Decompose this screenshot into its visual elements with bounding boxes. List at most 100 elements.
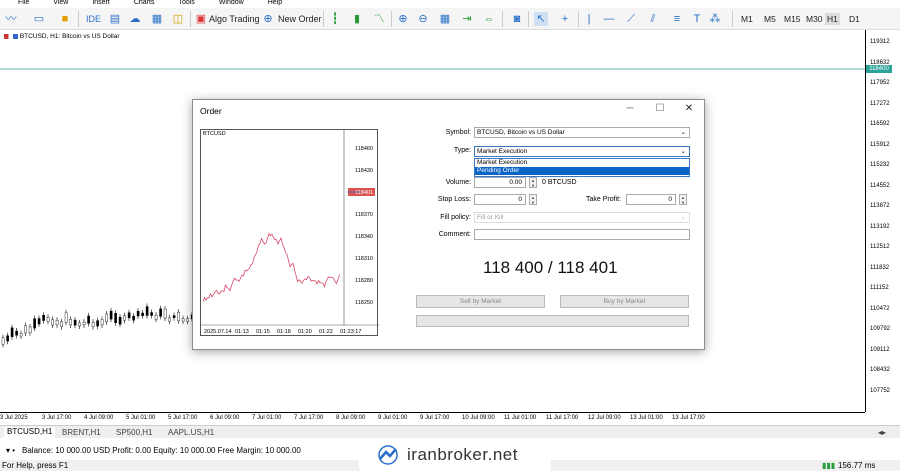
menu-tools[interactable]: Tools (178, 0, 194, 8)
shapes-icon[interactable]: ⁂ (708, 12, 722, 26)
chart-type-icon[interactable]: 〰 (4, 12, 18, 26)
buy-by-market-button[interactable]: Buy by Market (560, 295, 689, 308)
candle-body (1, 337, 5, 345)
candle-body (15, 330, 18, 336)
minimize-icon[interactable]: ─ (623, 103, 637, 114)
price-axis: 119312 118632 117952 117272 116592 115912 1152… (865, 30, 900, 412)
cloud-icon[interactable]: ☁ (128, 12, 142, 26)
ping-text: 156.77 ms (838, 461, 876, 470)
type-select[interactable]: Market Execution ⌄ (474, 146, 690, 157)
price-tick-label: 113192 (870, 223, 890, 230)
tick-time-label: 01:20 (298, 329, 312, 335)
templates-icon[interactable]: ▭ (32, 12, 46, 26)
candle-body (87, 315, 90, 324)
time-tick-label: 8 Jul 09:00 (336, 415, 366, 421)
candle-body (159, 308, 162, 317)
maximize-icon[interactable]: ☐ (653, 103, 667, 114)
volume-input[interactable]: 0.00 (474, 177, 526, 188)
time-tick-label: 7 Jul 01:00 (252, 415, 282, 421)
price-tick-label: 116592 (870, 121, 890, 127)
price-tick-label: 113872 (870, 203, 890, 209)
account-summary-icon[interactable]: ▾ • (6, 446, 15, 455)
ide-button[interactable]: IDE (86, 14, 101, 24)
new-order-icon[interactable]: ⊕ (261, 12, 275, 26)
vertical-line-icon[interactable]: | (582, 12, 596, 26)
timeframe-m15[interactable]: M15 (782, 13, 803, 25)
candlestick-icon[interactable]: ▮ (350, 12, 364, 26)
signals-icon[interactable]: ▦ (150, 12, 164, 26)
tab-aapl[interactable]: AAPL.US,H1 (168, 428, 214, 437)
type-dropdown-list: Market Execution Pending Order (474, 158, 690, 177)
auto-scroll-icon[interactable]: ⇔ (482, 12, 496, 26)
menu-charts[interactable]: Charts (134, 0, 155, 8)
timeframe-m30[interactable]: M30 (804, 13, 825, 25)
chart-symbol-icon (4, 33, 18, 39)
algo-trading-button[interactable]: Algo Trading (209, 14, 260, 24)
menu-window[interactable]: Window (219, 0, 244, 8)
tile-windows-icon[interactable]: ▦ (438, 12, 452, 26)
time-tick-label: 13 Jul 01:00 (630, 415, 663, 421)
cursor-icon[interactable]: ↖ (534, 12, 548, 26)
timeframe-m1[interactable]: M1 (739, 13, 755, 25)
tab-brent[interactable]: BRENT,H1 (62, 428, 101, 437)
symbol-select[interactable]: BTCUSD, Bitcoin vs US Dollar ⌄ (474, 127, 690, 138)
stop-loss-label: Stop Loss: (437, 196, 471, 203)
symbol-value: BTCUSD, Bitcoin vs US Dollar (477, 129, 565, 136)
tabs-scroll-icon[interactable]: ◂▸ (878, 428, 886, 437)
price-tick-label: 117272 (870, 100, 890, 107)
horizontal-line-icon[interactable]: — (602, 12, 616, 26)
zoom-out-icon[interactable]: ⊖ (416, 12, 430, 26)
candle-body (24, 325, 27, 334)
menu-help[interactable]: Help (268, 0, 282, 8)
order-dialog: Order ─ ☐ ✕ BTCUSD 118460 118430 118401 118… (192, 99, 705, 350)
timeframe-h1[interactable]: H1 (825, 13, 840, 25)
stop-loss-stepper[interactable]: ▲ ▼ (529, 194, 537, 205)
channel-icon[interactable]: ⫽ (646, 12, 660, 26)
bar-chart-icon[interactable]: ┇ (328, 12, 342, 26)
trendline-icon[interactable]: ⟋ (624, 12, 638, 26)
type-option-market-execution[interactable]: Market Execution (475, 159, 689, 167)
candle-body (78, 322, 81, 327)
fibonacci-icon[interactable]: ≡ (670, 12, 684, 26)
connection-icon: ▮▮▮ (822, 461, 836, 470)
algo-trading-icon[interactable]: ▣ (194, 12, 208, 26)
menu-insert[interactable]: Insert (92, 0, 110, 8)
tab-sp500[interactable]: SP500,H1 (116, 428, 152, 437)
candle-body (42, 315, 45, 321)
type-option-pending-order[interactable]: Pending Order (475, 167, 689, 175)
volume-stepper[interactable]: ▲ ▼ (529, 177, 537, 188)
market-icon[interactable]: ◫ (171, 12, 185, 26)
menu-bar: File View Insert Charts Tools Window Hel… (0, 0, 900, 8)
price-tick-label: 111832 (870, 264, 890, 271)
candle-body (141, 312, 144, 316)
take-profit-stepper[interactable]: ▲ ▼ (679, 194, 687, 205)
text-icon[interactable]: T (690, 12, 704, 26)
stop-loss-input[interactable]: 0 (474, 194, 526, 205)
watermark-text: iranbroker.net (407, 444, 518, 464)
candle-body (33, 318, 36, 329)
menu-file[interactable]: File (18, 0, 29, 8)
crosshair-icon[interactable]: + (558, 12, 572, 26)
candle-body (28, 326, 32, 334)
close-icon[interactable]: ✕ (682, 103, 696, 114)
tick-time-label: 01:13 (235, 329, 249, 335)
market-watch-icon[interactable]: ▤ (108, 12, 122, 26)
take-profit-input[interactable]: 0 (626, 194, 676, 205)
fill-policy-select[interactable]: Fill or Kill ⌄ (474, 212, 690, 223)
candle-body (73, 319, 77, 326)
sell-by-market-button[interactable]: Sell by Market (416, 295, 545, 308)
timeframe-m5[interactable]: M5 (762, 13, 778, 25)
price-tick-label: 111152 (870, 285, 889, 291)
screenshot-icon[interactable]: ◙ (510, 12, 524, 26)
timeframe-d1[interactable]: D1 (847, 13, 862, 25)
zoom-in-icon[interactable]: ⊕ (396, 12, 410, 26)
new-order-button[interactable]: New Order (278, 14, 322, 24)
sound-icon[interactable]: ■ (58, 12, 72, 26)
time-tick-label: 3 Jul 2025 (0, 415, 28, 421)
tab-btcusd[interactable]: BTCUSD,H1 (4, 427, 56, 438)
comment-input[interactable] (474, 229, 690, 240)
line-chart-icon[interactable]: 〽 (372, 12, 386, 26)
tick-price-label: 118310 (355, 256, 373, 262)
chart-shift-icon[interactable]: ⇥ (460, 12, 474, 26)
menu-view[interactable]: View (53, 0, 68, 8)
